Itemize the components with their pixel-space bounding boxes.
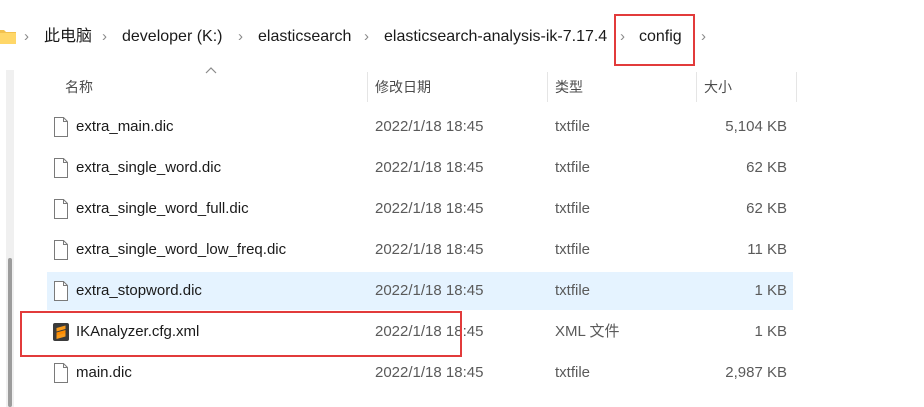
chevron-right-icon[interactable]: › <box>238 25 243 49</box>
file-size: 5,104 KB <box>725 118 787 135</box>
file-size: 62 KB <box>746 200 787 217</box>
file-size: 1 KB <box>754 323 787 340</box>
document-icon <box>53 240 69 260</box>
breadcrumb-developer-drive[interactable]: developer (K:) <box>122 25 223 49</box>
document-icon <box>53 363 69 383</box>
address-bar: › 此电脑 › developer (K:) › elasticsearch ›… <box>0 0 924 71</box>
file-type: txtfile <box>555 159 591 176</box>
file-modified-date: 2022/1/18 18:45 <box>375 282 484 299</box>
file-row[interactable]: extra_stopword.dic 2022/1/18 18:45 txtfile… <box>47 272 793 310</box>
file-size: 1 KB <box>754 282 787 299</box>
file-type: XML 文件 <box>555 323 620 340</box>
column-header-type[interactable]: 类型 <box>555 70 583 104</box>
column-divider[interactable] <box>547 72 548 102</box>
scrollbar-thumb[interactable] <box>8 258 12 407</box>
column-divider[interactable] <box>696 72 697 102</box>
file-modified-date: 2022/1/18 18:45 <box>375 364 484 381</box>
file-row[interactable]: extra_main.dic 2022/1/18 18:45 txtfile 5,10… <box>47 108 793 146</box>
file-type: txtfile <box>555 282 591 299</box>
file-name: main.dic <box>76 364 132 381</box>
file-size: 11 KB <box>747 241 787 258</box>
document-icon <box>53 281 69 301</box>
document-icon <box>53 158 69 178</box>
column-header-date[interactable]: 修改日期 <box>375 70 431 104</box>
column-divider[interactable] <box>796 72 797 102</box>
chevron-right-icon[interactable]: › <box>701 25 706 49</box>
breadcrumb-this-pc[interactable]: 此电脑 <box>44 25 92 49</box>
file-type: txtfile <box>555 200 591 217</box>
file-name: extra_stopword.dic <box>76 282 202 299</box>
chevron-right-icon[interactable]: › <box>364 25 369 49</box>
file-name: extra_main.dic <box>76 118 174 135</box>
file-type: txtfile <box>555 241 591 258</box>
file-modified-date: 2022/1/18 18:45 <box>375 118 484 135</box>
file-modified-date: 2022/1/18 18:45 <box>375 200 484 217</box>
breadcrumb-analysis-ik[interactable]: elasticsearch-analysis-ik-7.17.4 <box>384 25 607 49</box>
file-row[interactable]: extra_single_word_full.dic 2022/1/18 18:4… <box>47 190 793 228</box>
config-highlight-box <box>614 14 695 66</box>
ikanalyzer-highlight-box <box>20 311 462 357</box>
file-name: extra_single_word_low_freq.dic <box>76 241 287 258</box>
file-row[interactable]: extra_single_word_low_freq.dic 2022/1/18 … <box>47 231 793 269</box>
file-type: txtfile <box>555 364 591 381</box>
column-header-name[interactable]: 名称 <box>65 70 93 104</box>
file-size: 62 KB <box>746 159 787 176</box>
folder-icon <box>0 30 16 44</box>
file-name: extra_single_word.dic <box>76 159 222 176</box>
file-row[interactable]: main.dic 2022/1/18 18:45 txtfile 2,987 KB <box>47 354 793 392</box>
file-modified-date: 2022/1/18 18:45 <box>375 241 484 258</box>
file-name: extra_single_word_full.dic <box>76 200 249 217</box>
chevron-right-icon[interactable]: › <box>24 25 29 49</box>
column-header-row: 名称 修改日期 类型 大小 <box>47 70 797 104</box>
document-icon <box>53 117 69 137</box>
column-header-size[interactable]: 大小 <box>704 70 732 104</box>
breadcrumb-elasticsearch[interactable]: elasticsearch <box>258 25 351 49</box>
file-size: 2,987 KB <box>725 364 787 381</box>
document-icon <box>53 199 69 219</box>
column-divider[interactable] <box>367 72 368 102</box>
chevron-right-icon[interactable]: › <box>102 25 107 49</box>
file-type: txtfile <box>555 118 591 135</box>
file-row[interactable]: extra_single_word.dic 2022/1/18 18:45 txtf… <box>47 149 793 187</box>
file-modified-date: 2022/1/18 18:45 <box>375 159 484 176</box>
